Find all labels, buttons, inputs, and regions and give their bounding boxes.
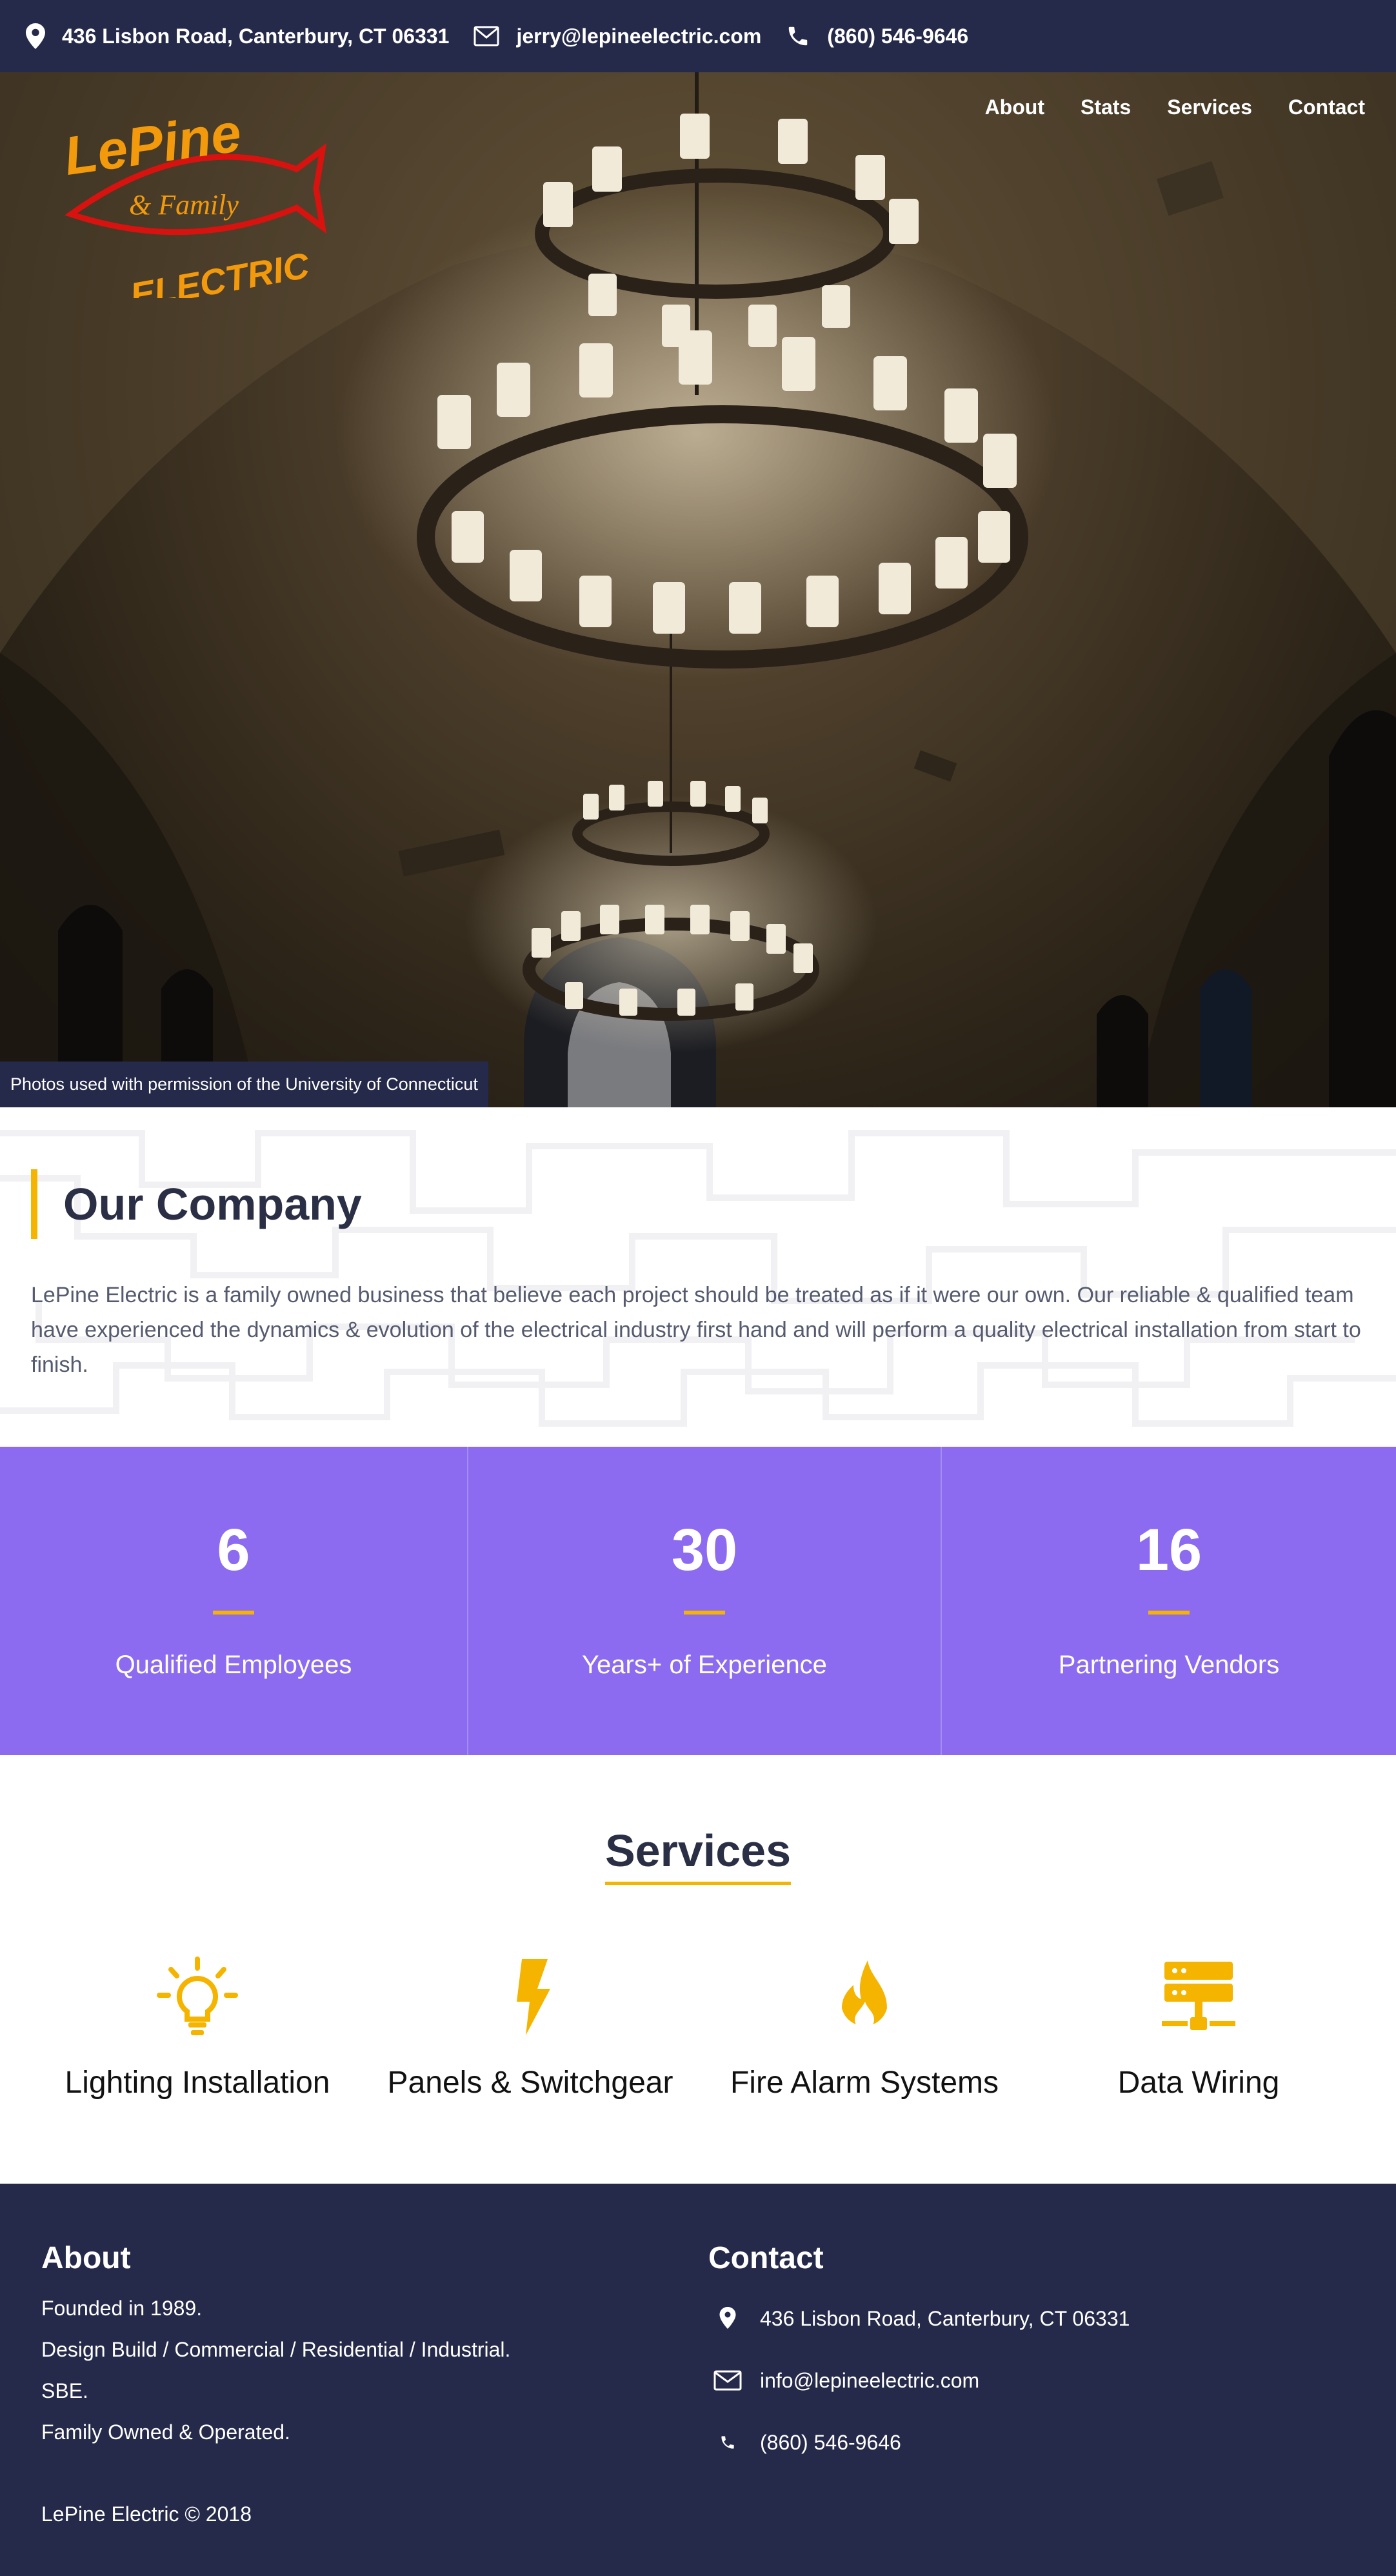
topbar-email-text[interactable]: jerry@lepineelectric.com [516,25,761,48]
logo-line1: LePine [61,102,245,186]
stat-vendors: 16 Partnering Vendors [941,1447,1396,1755]
footer-about: About Founded in 1989. Design Build / Co… [41,2240,510,2453]
nav-stats[interactable]: Stats [1081,96,1131,119]
service-label: Fire Alarm Systems [730,2066,999,2100]
footer: About Founded in 1989. Design Build / Co… [0,2184,1396,2576]
stat-experience: 30 Years+ of Experience [467,1447,941,1755]
service-fire-alarm: Fire Alarm Systems [697,1955,1032,2100]
company-description: LePine Electric is a family owned busine… [31,1283,1361,1377]
server-icon [1162,1962,1235,2030]
services-section: Services Lighting Installation Panels & … [0,1755,1396,2184]
stat-value: 30 [671,1517,738,1583]
stat-label: Qualified Employees [115,1651,352,1679]
lightbulb-icon [157,1957,238,2035]
nav-contact[interactable]: Contact [1288,96,1365,119]
service-data-wiring: Data Wiring [1031,1955,1366,2100]
topbar-phone[interactable]: (860) 546-9646 [786,24,968,48]
footer-phone-text[interactable]: (860) 546-9646 [760,2431,901,2455]
nav-about[interactable]: About [985,96,1044,119]
stat-divider [213,1611,254,1615]
footer-email-text[interactable]: info@lepineelectric.com [760,2369,979,2393]
stat-employees: 6 Qualified Employees [0,1447,467,1755]
topbar-phone-text[interactable]: (860) 546-9646 [827,25,968,48]
photo-credit: Photos used with permission of the Unive… [0,1062,488,1107]
logo-line2: & Family [129,189,239,221]
stat-value: 6 [217,1517,250,1583]
envelope-icon [713,2370,742,2391]
footer-email[interactable]: info@lepineelectric.com [708,2350,1130,2411]
hero-banner: LePine & Family ELECTRIC About Stats Ser… [0,72,1396,1107]
footer-copyright: LePine Electric © 2018 [41,2502,252,2526]
service-label: Data Wiring [1117,2066,1280,2100]
stats-section: 6 Qualified Employees 30 Years+ of Exper… [0,1447,1396,1755]
topbar-address-text: 436 Lisbon Road, Canterbury, CT 06331 [62,24,450,48]
envelope-icon [474,26,499,46]
footer-about-line: Design Build / Commercial / Residential … [41,2338,511,2361]
footer-phone[interactable]: (860) 546-9646 [708,2411,1130,2473]
lepine-electric-logo[interactable]: LePine & Family ELECTRIC [58,92,329,298]
stat-divider [684,1611,725,1615]
stat-divider [1148,1611,1190,1615]
phone-icon [721,2436,734,2449]
map-pin-icon [26,23,45,49]
stat-label: Years+ of Experience [582,1651,827,1679]
stat-label: Partnering Vendors [1058,1651,1280,1679]
stat-value: 16 [1135,1517,1202,1583]
service-lighting: Lighting Installation [30,1955,365,2100]
footer-about-line: Founded in 1989. [41,2297,203,2320]
map-pin-icon [719,2307,736,2329]
footer-address-text: 436 Lisbon Road, Canterbury, CT 06331 [760,2306,1130,2330]
logo-line3: ELECTRIC [127,245,313,298]
circuit-pattern-background [0,1130,1396,1427]
service-panels: Panels & Switchgear [363,1955,698,2100]
footer-about-title: About [41,2241,131,2275]
nav-services[interactable]: Services [1167,96,1252,119]
main-nav: About Stats Services Contact [949,96,1365,119]
services-title-wrap: Services [0,1825,1396,1885]
footer-about-line: Family Owned & Operated. [41,2420,290,2444]
flame-icon [842,1960,887,2029]
phone-icon [789,26,808,46]
footer-contact: Contact 436 Lisbon Road, Canterbury, CT … [708,2240,1130,2473]
services-title: Services [604,1825,792,1885]
lightning-bolt-icon [517,1959,550,2035]
service-label: Lighting Installation [65,2066,330,2100]
topbar-address: 436 Lisbon Road, Canterbury, CT 06331 [26,23,449,49]
footer-contact-title: Contact [708,2241,824,2275]
footer-about-line: SBE. [41,2379,88,2402]
company-heading: Our Company [31,1169,362,1239]
top-contact-bar: 436 Lisbon Road, Canterbury, CT 06331 je… [0,0,1396,72]
service-label: Panels & Switchgear [387,2066,673,2100]
footer-address: 436 Lisbon Road, Canterbury, CT 06331 [708,2288,1130,2350]
company-section: Our Company LePine Electric is a family … [0,1107,1396,1447]
topbar-email[interactable]: jerry@lepineelectric.com [474,25,761,48]
